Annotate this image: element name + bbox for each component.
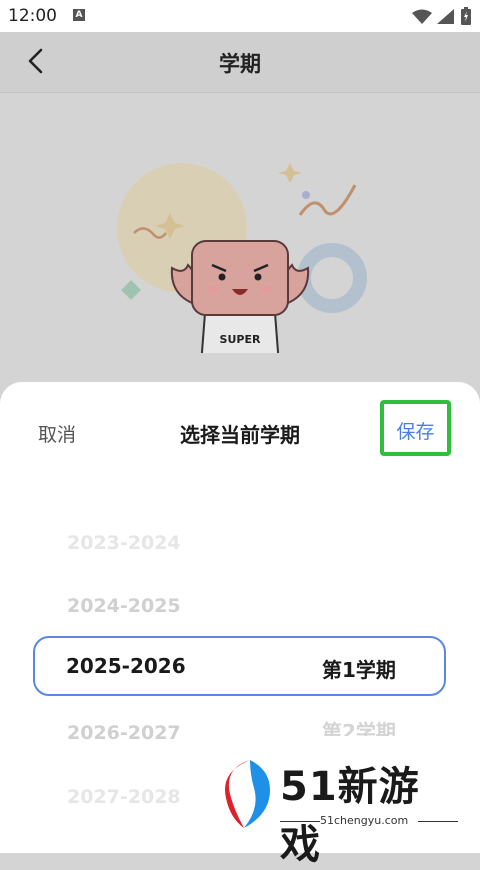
- notification-a-icon: A: [73, 9, 85, 21]
- wifi-icon: [412, 9, 432, 24]
- picker-term-option[interactable]: 第2学期: [322, 716, 396, 736]
- save-button-label: 保存: [396, 421, 435, 443]
- picker-year-option[interactable]: 2027-2028: [67, 786, 181, 808]
- mascot-illustration: SUPER: [117, 163, 367, 353]
- watermark-url: 51chengyu.com: [320, 814, 409, 827]
- clock: 12:00: [8, 6, 57, 26]
- picker-year-option[interactable]: 2026-2027: [67, 722, 181, 744]
- selected-year[interactable]: 2025-2026: [66, 654, 186, 678]
- mascot-shirt-text: SUPER: [220, 333, 261, 346]
- save-button[interactable]: 保存: [380, 400, 451, 456]
- page-content: SUPER: [0, 93, 480, 393]
- status-bar: 12:00 A: [0, 0, 480, 32]
- page-title: 学期: [219, 52, 261, 76]
- battery-icon: [461, 7, 471, 25]
- signal-icon: [437, 9, 454, 24]
- watermark-logo-icon: [225, 760, 270, 828]
- picker-year-option[interactable]: 2024-2025: [67, 595, 181, 617]
- selected-term[interactable]: 第1学期: [322, 654, 396, 683]
- watermark-divider: [418, 821, 458, 822]
- picker-year-option[interactable]: 2023-2024: [67, 532, 181, 554]
- app-bar: 学期: [0, 32, 480, 93]
- watermark-divider: [280, 821, 320, 822]
- watermark: 51新游戏 51chengyu.com: [220, 754, 460, 868]
